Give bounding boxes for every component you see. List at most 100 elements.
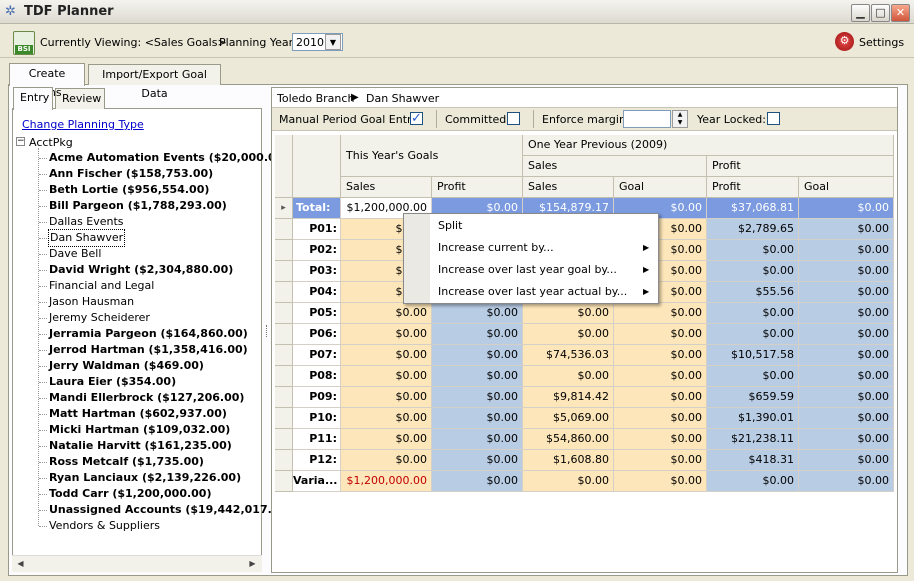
tree-item[interactable]: Unassigned Accounts ($19,442,017.00): [49, 502, 292, 518]
grid-cell[interactable]: $0.00: [432, 366, 523, 387]
tree-item[interactable]: Ross Metcalf ($1,735.00): [49, 454, 204, 470]
year-locked-checkbox[interactable]: [767, 112, 780, 125]
row-header[interactable]: [275, 366, 293, 387]
close-button[interactable]: ✕: [891, 4, 910, 22]
grid-cell[interactable]: $0.00: [432, 345, 523, 366]
row-header[interactable]: [275, 282, 293, 303]
grid-cell[interactable]: $0.00: [614, 387, 707, 408]
row-header[interactable]: [275, 261, 293, 282]
enforce-margin-input[interactable]: [623, 110, 671, 128]
tree-item[interactable]: Jerramia Pargeon ($164,860.00): [49, 326, 248, 342]
grid-cell[interactable]: $0.00: [432, 303, 523, 324]
grid-cell[interactable]: $0.00: [614, 345, 707, 366]
grid-cell[interactable]: $0.00: [799, 408, 894, 429]
grid-cell[interactable]: $0.00: [523, 324, 614, 345]
scroll-right-icon[interactable]: ▶: [245, 556, 260, 571]
tab-create-plans[interactable]: Create Plans: [9, 63, 85, 99]
column-header[interactable]: Profit: [707, 177, 799, 198]
tree-item[interactable]: Todd Carr ($1,200,000.00): [49, 486, 211, 502]
grid-cell[interactable]: $2,789.65: [707, 219, 799, 240]
grid-cell[interactable]: $0.00: [799, 366, 894, 387]
grid-cell[interactable]: $9,814.42: [523, 387, 614, 408]
grid-cell[interactable]: $0.00: [799, 450, 894, 471]
tree-item[interactable]: Micki Hartman ($109,032.00): [49, 422, 230, 438]
gear-icon[interactable]: ⚙: [835, 32, 854, 51]
grid-cell[interactable]: $0.00: [523, 303, 614, 324]
grid-cell[interactable]: $0.00: [707, 261, 799, 282]
grid-cell[interactable]: $0.00: [341, 450, 432, 471]
horizontal-scrollbar[interactable]: [12, 555, 262, 572]
minimize-button[interactable]: ▁: [851, 4, 870, 22]
grid-cell[interactable]: $5,069.00: [523, 408, 614, 429]
tree-item[interactable]: Mandi Ellerbrock ($127,206.00): [49, 390, 244, 406]
breadcrumb-leaf[interactable]: Dan Shawver: [366, 92, 439, 105]
tree-item[interactable]: Acme Automation Events ($20,000.00): [49, 150, 288, 166]
grid-cell[interactable]: $0.00: [799, 387, 894, 408]
grid-cell[interactable]: $0.00: [341, 429, 432, 450]
grid-cell[interactable]: $37,068.81: [707, 198, 799, 219]
grid-cell[interactable]: $1,608.80: [523, 450, 614, 471]
grid-cell[interactable]: $0.00: [707, 324, 799, 345]
margin-spinner-icon[interactable]: ▲ ▼: [672, 110, 688, 128]
tree-item[interactable]: Dave Bell: [49, 246, 101, 262]
tree-item[interactable]: Jerry Waldman ($469.00): [49, 358, 204, 374]
grid-cell[interactable]: $0.00: [523, 471, 614, 492]
grid-cell[interactable]: $0.00: [799, 261, 894, 282]
grid-cell[interactable]: $0.00: [614, 450, 707, 471]
grid-cell[interactable]: $0.00: [707, 303, 799, 324]
tree-item[interactable]: Bill Pargeon ($1,788,293.00): [49, 198, 227, 214]
tree-item[interactable]: Jerrod Hartman ($1,358,416.00): [49, 342, 248, 358]
tree-item[interactable]: Beth Lortie ($956,554.00): [49, 182, 209, 198]
tree-item[interactable]: Ann Fischer ($158,753.00): [49, 166, 213, 182]
grid-cell[interactable]: $54,860.00: [523, 429, 614, 450]
manual-entry-checkbox[interactable]: ✓: [410, 112, 423, 125]
row-header[interactable]: [275, 450, 293, 471]
change-planning-type-link[interactable]: Change Planning Type: [22, 118, 144, 131]
tab-import-export[interactable]: Import/Export Goal Data: [88, 64, 221, 100]
row-header[interactable]: ▸: [275, 198, 293, 219]
grid-cell[interactable]: $0.00: [799, 198, 894, 219]
tab-review[interactable]: Review: [55, 88, 105, 109]
column-header[interactable]: Goal: [614, 177, 707, 198]
tree-item[interactable]: Ryan Lanciaux ($2,139,226.00): [49, 470, 241, 486]
tree-root[interactable]: AcctPkg: [29, 136, 73, 149]
committed-checkbox[interactable]: [507, 112, 520, 125]
settings-button[interactable]: Settings: [859, 36, 904, 49]
context-menu-item[interactable]: Increase over last year actual by...: [438, 283, 627, 301]
grid-cell[interactable]: $74,536.03: [523, 345, 614, 366]
grid-cell[interactable]: $0.00: [799, 471, 894, 492]
grid-cell[interactable]: $659.59: [707, 387, 799, 408]
tree-item[interactable]: David Wright ($2,304,880.00): [49, 262, 233, 278]
grid-cell[interactable]: $0.00: [799, 345, 894, 366]
grid-cell[interactable]: $418.31: [707, 450, 799, 471]
row-header[interactable]: [275, 345, 293, 366]
tree-item[interactable]: Jason Hausman: [49, 294, 134, 310]
grid-cell[interactable]: $0.00: [799, 240, 894, 261]
grid-cell[interactable]: $55.56: [707, 282, 799, 303]
column-header[interactable]: Sales: [341, 177, 432, 198]
row-header[interactable]: [275, 471, 293, 492]
grid-cell[interactable]: $1,200,000.00: [341, 471, 432, 492]
grid-cell[interactable]: $0.00: [432, 408, 523, 429]
context-menu-item[interactable]: Increase over last year goal by...: [438, 261, 617, 279]
grid-cell[interactable]: $0.00: [614, 324, 707, 345]
tree-item[interactable]: Jeremy Scheiderer: [49, 310, 150, 326]
tree-item[interactable]: Natalie Harvitt ($161,235.00): [49, 438, 232, 454]
row-header[interactable]: [275, 303, 293, 324]
grid-cell[interactable]: $0.00: [799, 282, 894, 303]
grid-cell[interactable]: $0.00: [432, 450, 523, 471]
grid-cell[interactable]: $0.00: [341, 387, 432, 408]
grid-cell[interactable]: $0.00: [707, 471, 799, 492]
grid-cell[interactable]: $0.00: [614, 471, 707, 492]
grid-cell[interactable]: $0.00: [799, 324, 894, 345]
tree-item[interactable]: Vendors & Suppliers: [49, 518, 160, 534]
tree-item[interactable]: Dan Shawver: [47, 229, 126, 247]
tab-entry[interactable]: Entry: [13, 87, 53, 110]
row-header[interactable]: [275, 387, 293, 408]
context-menu-item[interactable]: Increase current by...: [438, 239, 554, 257]
grid-cell[interactable]: $0.00: [432, 429, 523, 450]
chevron-down-icon[interactable]: ▼: [325, 34, 341, 50]
grid-cell[interactable]: $0.00: [341, 324, 432, 345]
tree-item[interactable]: Matt Hartman ($602,937.00): [49, 406, 227, 422]
tree-item[interactable]: Dallas Events: [49, 214, 124, 230]
